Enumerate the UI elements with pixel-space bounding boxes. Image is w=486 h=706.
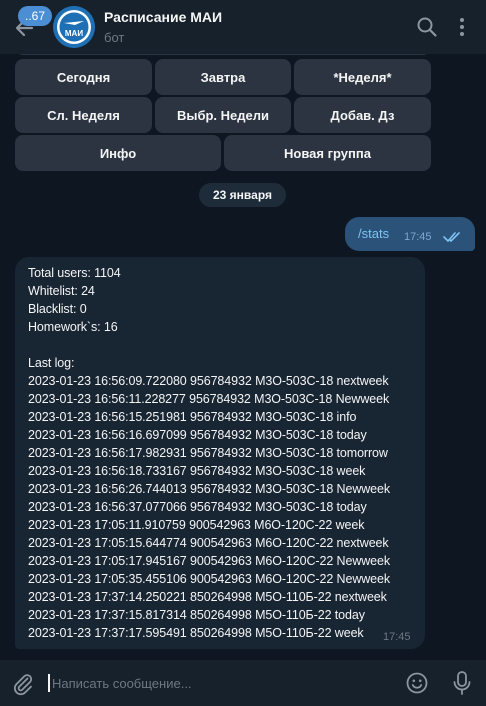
next-week-button[interactable]: Сл. Неделя — [15, 97, 152, 133]
voice-message-button[interactable] — [451, 670, 473, 696]
emoji-button[interactable] — [405, 671, 429, 695]
log-line: 2023-01-23 16:56:26.744013 956784932 М3О… — [28, 482, 391, 496]
log-line: 2023-01-23 17:37:14.250221 850264998 М5О… — [28, 590, 387, 604]
week-button[interactable]: *Неделя* — [294, 59, 431, 95]
log-line: 2023-01-23 16:56:09.722080 956784932 М3О… — [28, 374, 389, 388]
chat-title[interactable]: Расписание МАИ — [104, 9, 222, 25]
choose-weeks-button[interactable]: Выбр. Недели — [155, 97, 291, 133]
add-homework-button[interactable]: Добав. Дз — [294, 97, 431, 133]
message-text[interactable]: /stats — [358, 226, 389, 241]
stats-homework: Homework`s: 16 — [28, 320, 118, 334]
log-line: 2023-01-23 17:05:17.945167 900542963 М6О… — [28, 554, 391, 568]
more-vertical-icon — [460, 18, 464, 36]
chat-subtitle: бот — [104, 30, 125, 45]
log-line: 2023-01-23 16:56:11.228277 956784932 М3О… — [28, 392, 390, 406]
smile-icon — [406, 672, 428, 694]
message-time: 17:45 — [383, 631, 411, 643]
stats-whitelist: Whitelist: 24 — [28, 284, 95, 298]
message-time: 17:45 — [404, 231, 432, 243]
log-line: 2023-01-23 16:56:18.733167 956784932 М3О… — [28, 464, 366, 478]
attach-button[interactable] — [11, 672, 35, 696]
today-button[interactable]: Сегодня — [15, 59, 152, 95]
stats-blacklist: Blacklist: 0 — [28, 302, 87, 316]
avatar[interactable]: МАИ — [53, 6, 95, 48]
log-line: 2023-01-23 17:05:11.910759 900542963 М6О… — [28, 518, 365, 532]
mai-logo-icon: МАИ — [53, 6, 95, 48]
keyboard-row-1: Сегодня Завтра *Неделя* — [15, 59, 431, 95]
message-composer — [0, 660, 486, 706]
chat-header: ..67 МАИ Расписание МАИ бот — [0, 0, 486, 54]
new-group-button[interactable]: Новая группа — [224, 135, 431, 171]
text-cursor — [48, 674, 50, 692]
log-line: 2023-01-23 17:05:35.455106 900542963 М6О… — [28, 572, 391, 586]
keyboard-row-2: Сл. Неделя Выбр. Недели Добав. Дз — [15, 97, 431, 133]
log-line: 2023-01-23 17:05:15.644774 900542963 М6О… — [28, 536, 389, 550]
log-line: 2023-01-23 16:56:16.697099 956784932 М3О… — [28, 428, 367, 442]
keyboard-row-3: Инфо Новая группа — [15, 135, 431, 171]
info-button[interactable]: Инфо — [15, 135, 221, 171]
tomorrow-button[interactable]: Завтра — [155, 59, 291, 95]
unread-count-badge: ..67 — [18, 6, 52, 26]
log-line: 2023-01-23 16:56:37.077066 956784932 М3О… — [28, 500, 367, 514]
log-line: 2023-01-23 16:56:17.982931 956784932 М3О… — [28, 446, 388, 460]
microphone-icon — [453, 671, 471, 695]
outgoing-message[interactable]: /stats 17:45 — [345, 217, 475, 251]
paperclip-icon — [14, 674, 33, 696]
log-line: 2023-01-23 17:37:15.817314 850264998 М5О… — [28, 608, 365, 622]
log-line: 2023-01-23 16:56:15.251981 956784932 М3О… — [28, 410, 357, 424]
log-title: Last log: — [28, 356, 75, 370]
date-separator: 23 января — [199, 183, 286, 207]
stats-total-users: Total users: 1104 — [28, 266, 121, 280]
avatar-text: МАИ — [65, 29, 83, 38]
incoming-message[interactable]: Total users: 1104 Whitelist: 24 Blacklis… — [15, 257, 425, 649]
log-line: 2023-01-23 17:37:17.595491 850264998 М5О… — [28, 626, 364, 640]
search-icon — [417, 17, 437, 37]
message-input[interactable] — [52, 670, 382, 696]
search-button[interactable] — [415, 15, 439, 39]
double-check-icon — [443, 232, 460, 242]
more-menu-button[interactable] — [452, 15, 472, 39]
